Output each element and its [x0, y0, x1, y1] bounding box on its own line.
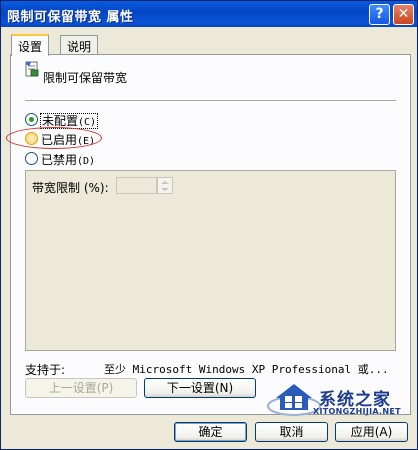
policy-name: 限制可保留带宽 — [43, 71, 128, 85]
properties-dialog: 限制可保留带宽 属性 ? ✕ 设置 说明 限制可保留带宽 未配置(C) 已启用(… — [0, 0, 418, 450]
spin-up-icon[interactable] — [161, 181, 169, 184]
annotation-ellipse — [6, 127, 102, 149]
bandwidth-limit-input[interactable] — [116, 177, 157, 194]
tab-settings[interactable]: 设置 — [11, 34, 50, 56]
bandwidth-limit-label: 带宽限制 (%): — [32, 181, 109, 195]
bandwidth-spinner[interactable] — [157, 177, 173, 194]
watermark-url: XITONGZHIJIA.NET — [313, 407, 401, 416]
apply-button[interactable]: 应用(A) — [335, 422, 408, 442]
radio-disabled-label: 已禁用(D) — [41, 153, 96, 167]
separator — [25, 100, 396, 102]
tab-explanation[interactable]: 说明 — [60, 35, 99, 54]
window-title: 限制可保留带宽 属性 — [7, 10, 134, 25]
help-icon: ? — [375, 6, 384, 22]
close-button[interactable]: ✕ — [393, 4, 414, 25]
spin-down-icon[interactable] — [161, 188, 169, 191]
ok-button[interactable]: 确定 — [174, 422, 247, 442]
cancel-button[interactable]: 取消 — [255, 422, 328, 442]
previous-setting-button[interactable]: 上一设置(P) — [25, 378, 137, 398]
options-panel — [25, 170, 396, 351]
help-button[interactable]: ? — [369, 4, 390, 25]
supported-on-label: 支持于: — [25, 363, 66, 377]
title-bar[interactable]: 限制可保留带宽 属性 ? ✕ — [1, 1, 417, 27]
radio-button-selected[interactable] — [25, 113, 38, 126]
close-icon: ✕ — [397, 6, 410, 22]
radio-button-disabled[interactable] — [25, 152, 38, 165]
policy-setting-icon — [25, 61, 39, 77]
supported-on-value: 至少 Microsoft Windows XP Professional 或..… — [104, 363, 389, 376]
next-setting-button[interactable]: 下一设置(N) — [144, 378, 256, 398]
radio-not-configured-label: 未配置(C) — [39, 113, 99, 129]
